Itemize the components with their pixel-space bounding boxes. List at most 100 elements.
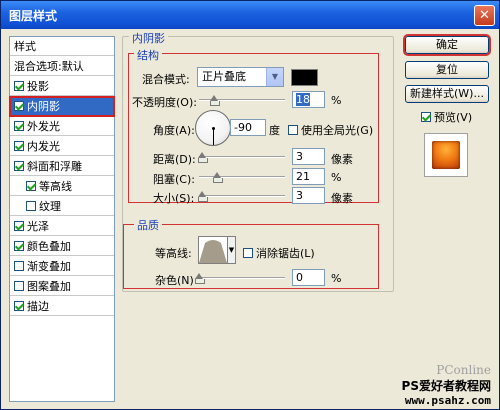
noise-input[interactable]: 0 (292, 269, 325, 286)
angle-unit: 度 (269, 124, 280, 137)
watermark: PConline PS爱好者教程网 www.psahz.com (402, 363, 491, 407)
style-item-color-overlay[interactable]: 颜色叠加 (10, 237, 114, 256)
global-light-checkbox[interactable] (288, 125, 298, 135)
contour-preview[interactable] (198, 236, 228, 264)
shadow-color-swatch[interactable] (291, 69, 318, 86)
title-bar: 图层样式 ✕ (1, 1, 499, 29)
chevron-down-icon: ▼ (266, 68, 283, 86)
watermark-line1: PS爱好者教程网 (401, 379, 491, 393)
close-icon[interactable]: ✕ (474, 5, 495, 26)
style-item-inner-shadow[interactable]: 内阴影 (9, 96, 115, 117)
checkbox[interactable] (14, 81, 24, 91)
checkbox[interactable] (26, 181, 36, 191)
preview-option[interactable]: 预览(V) (421, 109, 472, 125)
choke-input[interactable]: 21 (292, 168, 325, 185)
noise-label: 杂色(N): (155, 274, 198, 287)
style-item-label: 斜面和浮雕 (27, 160, 82, 173)
style-preview-thumbnail (424, 133, 468, 177)
style-item-satin[interactable]: 光泽 (10, 217, 114, 236)
angle-hand (213, 128, 214, 145)
quality-title: 品质 (134, 217, 162, 233)
checkbox[interactable] (14, 101, 24, 111)
antialias-checkbox[interactable] (243, 248, 253, 258)
size-input[interactable]: 3 (292, 187, 325, 204)
blend-mode-select[interactable]: 正片叠底 ▼ (197, 67, 284, 87)
checkbox[interactable] (14, 161, 24, 171)
style-item-label: 混合选项:默认 (14, 60, 84, 73)
preview-swatch (432, 141, 460, 169)
choke-value: 21 (296, 170, 310, 183)
size-label: 大小(S): (153, 192, 195, 205)
angle-center (212, 127, 215, 130)
dialog-title: 图层样式 (9, 9, 58, 23)
style-list-header-label: 样式 (14, 40, 36, 53)
slider-thumb[interactable] (198, 152, 209, 163)
reset-button[interactable]: 复位 (405, 61, 489, 79)
antialias-option[interactable]: 消除锯齿(L) (243, 245, 315, 261)
checkbox[interactable] (14, 121, 24, 131)
distance-value: 3 (296, 150, 303, 163)
ok-button[interactable]: 确定 (403, 34, 491, 56)
style-item-blending-options[interactable]: 混合选项:默认 (10, 57, 114, 76)
layer-style-dialog: 图层样式 ✕ 样式 混合选项:默认 投影 内阴影 外发光 内发光 斜面和浮雕 等… (0, 0, 500, 410)
contour-curve-icon (199, 240, 227, 263)
opacity-input[interactable]: 18 (292, 91, 325, 108)
style-item-outer-glow[interactable]: 外发光 (10, 117, 114, 136)
angle-value: -90 (234, 121, 252, 134)
panel-title: 内阴影 (129, 30, 168, 46)
checkbox[interactable] (14, 301, 24, 311)
antialias-label: 消除锯齿(L) (256, 247, 315, 260)
style-item-gradient-overlay[interactable]: 渐变叠加 (10, 257, 114, 276)
watermark-line2: www.psahz.com (404, 394, 491, 407)
noise-slider[interactable] (195, 273, 285, 284)
checkbox[interactable] (14, 241, 24, 251)
slider-track (199, 176, 285, 178)
preview-checkbox[interactable] (421, 112, 431, 122)
slider-thumb[interactable] (213, 172, 224, 183)
style-list-header[interactable]: 样式 (10, 37, 114, 56)
angle-input[interactable]: -90 (230, 119, 266, 136)
style-item-label: 光泽 (27, 220, 49, 233)
contour-label: 等高线: (155, 247, 192, 260)
choke-label: 阻塞(C): (153, 173, 195, 186)
size-value: 3 (296, 189, 303, 202)
style-item-contour[interactable]: 等高线 (10, 177, 114, 196)
style-item-drop-shadow[interactable]: 投影 (10, 77, 114, 96)
blend-mode-label: 混合模式: (142, 73, 190, 86)
style-item-label: 投影 (27, 80, 49, 93)
style-item-label: 颜色叠加 (27, 240, 71, 253)
size-unit: 像素 (331, 192, 353, 205)
pconline-logo: PConline (436, 363, 491, 377)
opacity-slider[interactable] (199, 95, 285, 106)
noise-value: 0 (296, 271, 303, 284)
style-item-stroke[interactable]: 描边 (10, 297, 114, 316)
style-item-texture[interactable]: 纹理 (10, 197, 114, 216)
checkbox[interactable] (14, 281, 24, 291)
style-item-bevel-emboss[interactable]: 斜面和浮雕 (10, 157, 114, 176)
choke-slider[interactable] (199, 172, 285, 183)
new-style-button[interactable]: 新建样式(W)... (405, 85, 489, 103)
style-item-label: 纹理 (39, 200, 61, 213)
angle-dial[interactable] (195, 110, 231, 146)
checkbox[interactable] (14, 141, 24, 151)
slider-track (199, 277, 285, 279)
opacity-value: 18 (296, 93, 310, 106)
style-item-pattern-overlay[interactable]: 图案叠加 (10, 277, 114, 296)
slider-thumb[interactable] (198, 191, 209, 202)
size-slider[interactable] (198, 191, 285, 202)
distance-slider[interactable] (198, 152, 285, 163)
slider-thumb[interactable] (210, 95, 221, 106)
style-item-label: 图案叠加 (27, 280, 71, 293)
opacity-unit: % (331, 94, 342, 107)
angle-label: 角度(A): (153, 124, 195, 137)
preview-label: 预览(V) (434, 111, 473, 124)
checkbox[interactable] (14, 261, 24, 271)
checkbox[interactable] (14, 221, 24, 231)
contour-dropdown-arrow[interactable]: ▼ (227, 236, 236, 264)
style-item-inner-glow[interactable]: 内发光 (10, 137, 114, 156)
checkbox[interactable] (26, 201, 36, 211)
distance-input[interactable]: 3 (292, 148, 325, 165)
slider-thumb[interactable] (195, 273, 205, 284)
style-item-label: 外发光 (27, 120, 60, 133)
global-light-option[interactable]: 使用全局光(G) (288, 122, 373, 138)
